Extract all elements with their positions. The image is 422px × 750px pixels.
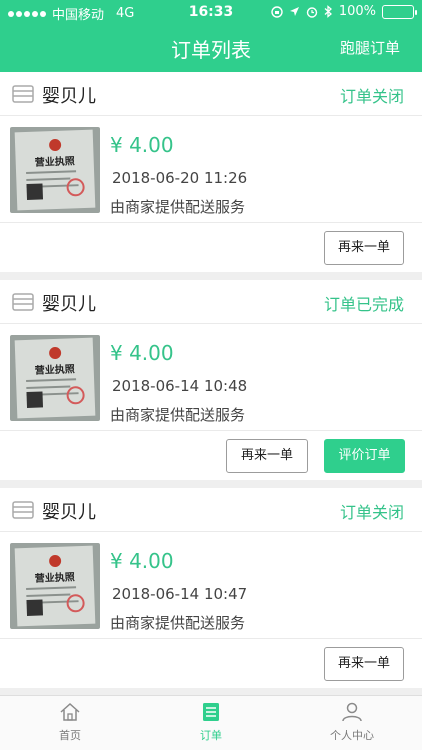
tab-bar: 首页 订单 个人中心 xyxy=(0,695,422,750)
alarm-icon xyxy=(306,6,318,18)
order-price: ¥ 4.00 xyxy=(110,133,174,157)
product-thumbnail: 营业执照 xyxy=(10,543,100,629)
order-list-icon xyxy=(203,703,219,721)
delivery-info: 由商家提供配送服务 xyxy=(110,198,246,216)
emblem-icon xyxy=(48,554,62,568)
order-actions: 再来一单 xyxy=(0,224,422,272)
location-icon xyxy=(289,7,299,16)
bluetooth-icon xyxy=(324,5,332,18)
emblem-icon xyxy=(48,138,62,152)
stamp-icon xyxy=(66,177,85,197)
order-datetime: 2018-06-14 10:48 xyxy=(112,377,248,395)
order-card: 婴贝儿 订单关闭 营业执照 ¥ 4.00 2018-06-14 10:47 由商… xyxy=(0,488,422,688)
product-thumbnail: 营业执照 xyxy=(10,127,100,213)
emblem-icon xyxy=(48,346,62,360)
order-datetime: 2018-06-20 11:26 xyxy=(112,169,248,187)
qr-code xyxy=(26,183,44,200)
tab-orders[interactable]: 订单 xyxy=(141,702,281,743)
stamp-icon xyxy=(66,385,85,405)
order-price: ¥ 4.00 xyxy=(110,549,174,573)
lock-rotation-icon xyxy=(271,5,283,18)
shop-icon xyxy=(12,501,34,519)
tab-label: 订单 xyxy=(200,729,222,742)
order-status: 订单已完成 xyxy=(323,295,404,314)
thumbnail-title: 营业执照 xyxy=(34,364,75,377)
order-card-header[interactable]: 婴贝儿 订单已完成 xyxy=(0,280,422,324)
tab-label: 个人中心 xyxy=(330,729,374,742)
order-actions: 再来一单 评价订单 xyxy=(0,432,422,480)
review-order-button[interactable]: 评价订单 xyxy=(324,439,405,473)
order-detail[interactable]: 营业执照 ¥ 4.00 2018-06-14 10:47 由商家提供配送服务 xyxy=(0,533,422,639)
reorder-button[interactable]: 再来一单 xyxy=(324,231,404,265)
status-bar: 中国移动 4G 16:33 100% xyxy=(0,0,422,24)
order-detail[interactable]: 营业执照 ¥ 4.00 2018-06-20 11:26 由商家提供配送服务 xyxy=(0,117,422,223)
tab-label: 首页 xyxy=(59,729,81,742)
tab-profile[interactable]: 个人中心 xyxy=(282,702,422,743)
top-bar: 中国移动 4G 16:33 100% 订单列表 跑腿订单 xyxy=(0,0,422,72)
order-actions: 再来一单 xyxy=(0,640,422,688)
order-card-header[interactable]: 婴贝儿 订单关闭 xyxy=(0,72,422,116)
shop-icon xyxy=(12,293,34,311)
errand-orders-button[interactable]: 跑腿订单 xyxy=(340,37,400,58)
order-price: ¥ 4.00 xyxy=(110,341,174,365)
shop-name: 婴贝儿 xyxy=(42,502,96,523)
order-status: 订单关闭 xyxy=(339,87,404,106)
qr-code xyxy=(26,391,44,408)
thumbnail-title: 营业执照 xyxy=(34,572,75,585)
thumbnail-title: 营业执照 xyxy=(34,156,75,169)
shop-icon xyxy=(12,85,34,103)
shop-name: 婴贝儿 xyxy=(42,294,96,315)
order-card: 婴贝儿 订单关闭 营业执照 ¥ 4.00 2018-06-20 11:26 由商… xyxy=(0,72,422,272)
order-detail[interactable]: 营业执照 ¥ 4.00 2018-06-14 10:48 由商家提供配送服务 xyxy=(0,325,422,431)
delivery-info: 由商家提供配送服务 xyxy=(110,406,246,424)
order-card: 婴贝儿 订单已完成 营业执照 ¥ 4.00 2018-06-14 10:48 由… xyxy=(0,280,422,480)
shop-name: 婴贝儿 xyxy=(42,86,96,107)
battery-percent: 100% xyxy=(338,4,376,19)
stamp-icon xyxy=(66,593,85,613)
reorder-button[interactable]: 再来一单 xyxy=(226,439,308,473)
battery-icon xyxy=(382,4,417,19)
reorder-button[interactable]: 再来一单 xyxy=(324,647,404,681)
qr-code xyxy=(26,599,44,616)
order-card-header[interactable]: 婴贝儿 订单关闭 xyxy=(0,488,422,532)
order-datetime: 2018-06-14 10:47 xyxy=(112,585,248,603)
user-icon xyxy=(342,702,362,722)
tab-home[interactable]: 首页 xyxy=(0,702,140,743)
home-icon xyxy=(60,702,80,721)
product-thumbnail: 营业执照 xyxy=(10,335,100,421)
order-status: 订单关闭 xyxy=(339,503,404,522)
delivery-info: 由商家提供配送服务 xyxy=(110,614,246,632)
